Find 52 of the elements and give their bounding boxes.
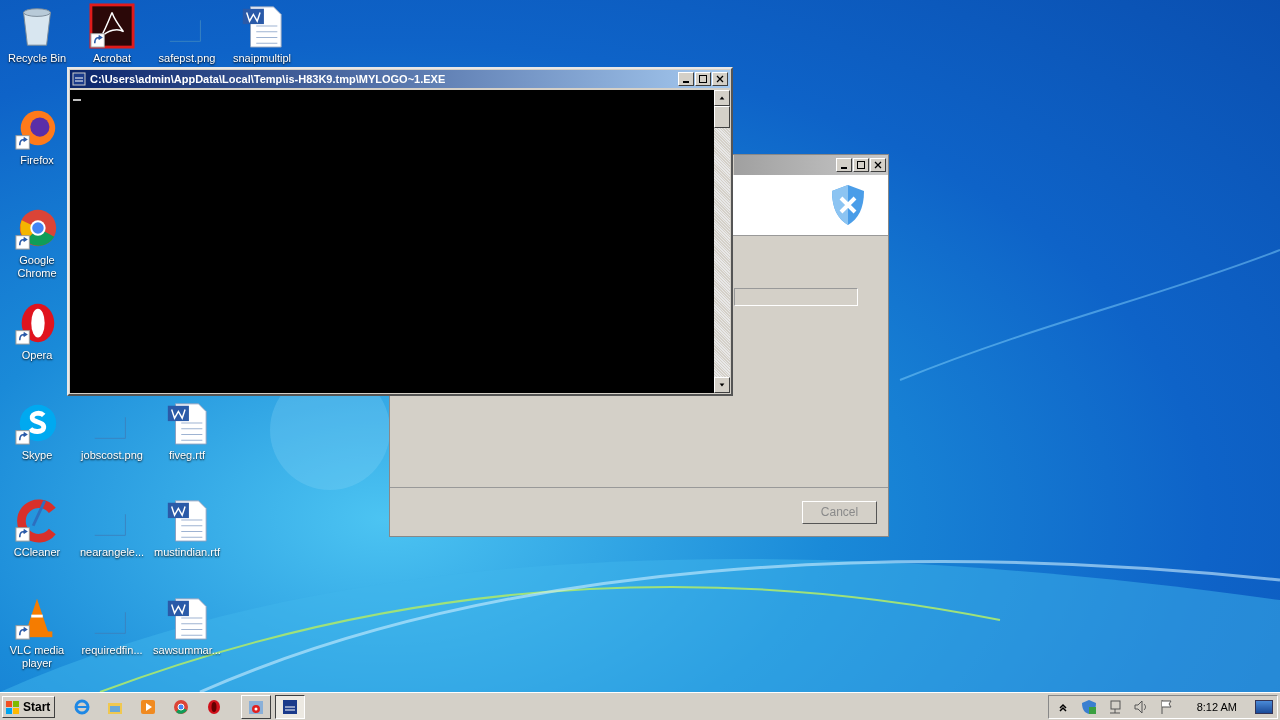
icon-label: CCleaner <box>13 546 61 559</box>
icon-label: snaipmultipl <box>232 52 292 65</box>
volume-icon[interactable] <box>1132 698 1149 715</box>
close-icon <box>873 160 883 170</box>
start-button[interactable]: Start <box>2 695 56 718</box>
minimize-button[interactable] <box>678 72 694 86</box>
icon-label: jobscost.png <box>81 449 143 462</box>
icon-label: Recycle Bin <box>7 52 67 65</box>
maximize-button[interactable] <box>853 158 869 172</box>
scroll-down-button[interactable] <box>714 377 730 393</box>
clock: 8:12 AM <box>1196 700 1237 713</box>
title-bar[interactable]: C:\Users\admin\AppData\Local\Temp\is-H83K9.tmp\MYLOGO~1.EXE <box>70 70 730 88</box>
icon-label: Opera <box>21 349 53 362</box>
down-arrow-icon <box>718 381 726 389</box>
up-arrow-icon <box>718 94 726 102</box>
close-button[interactable] <box>870 158 886 172</box>
maximize-icon <box>698 74 708 84</box>
chrome-icon[interactable] <box>172 697 191 716</box>
icon-label: VLC media player <box>8 644 66 670</box>
scrollbar[interactable] <box>714 90 730 393</box>
icon-label: requiredfin... <box>81 644 143 657</box>
title-bar[interactable] <box>734 155 888 175</box>
acrobat-icon[interactable] <box>89 3 135 49</box>
icon-label: Acrobat <box>93 52 131 65</box>
console-icon <box>72 72 86 86</box>
icon-label: nearangele... <box>79 546 145 559</box>
close-icon <box>715 74 725 84</box>
icon-label: fiveg.rtf <box>168 449 206 462</box>
shield-icon <box>830 183 866 227</box>
windows-logo-icon <box>5 698 21 715</box>
flag-icon[interactable] <box>1158 698 1175 715</box>
window-title: C:\Users\admin\AppData\Local\Temp\is-H83K9.tmp\MYLOGO~1.EXE <box>90 73 447 85</box>
close-button[interactable] <box>712 72 728 86</box>
icon-label: safepst.png <box>158 52 216 65</box>
maximize-button[interactable] <box>695 72 711 86</box>
icon-label: Google Chrome <box>16 254 58 280</box>
icon-label: Firefox <box>20 154 54 167</box>
minimize-icon <box>841 167 847 169</box>
scroll-up-button[interactable] <box>714 90 730 106</box>
show-desktop-button[interactable] <box>1255 699 1273 714</box>
shield-icon[interactable] <box>1080 698 1097 715</box>
icon-label: Skype <box>21 449 53 462</box>
minimize-button[interactable] <box>836 158 852 172</box>
console-icon <box>281 697 300 716</box>
icon-label: mustindian.rtf <box>154 546 220 559</box>
installer-task-button[interactable] <box>241 694 272 719</box>
icon-label: sawsummar... <box>153 644 221 657</box>
scroll-thumb[interactable] <box>714 106 730 128</box>
maximize-icon <box>856 160 866 170</box>
minimize-icon <box>683 81 689 83</box>
console-task-button[interactable] <box>275 694 306 719</box>
text-cursor <box>73 99 81 101</box>
